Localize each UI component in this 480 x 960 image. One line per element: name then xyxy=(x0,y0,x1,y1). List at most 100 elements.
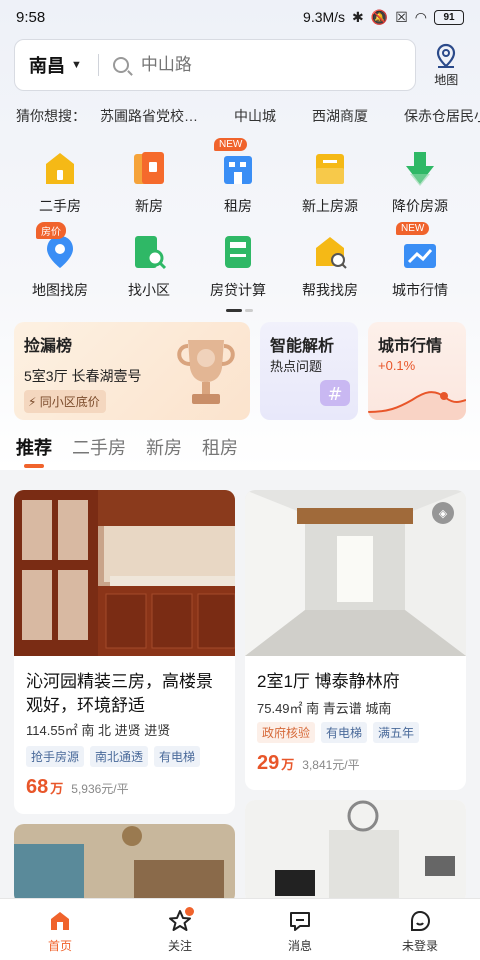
tab-rent[interactable]: 租房 xyxy=(202,434,238,474)
notification-dot xyxy=(185,907,194,916)
price-value: 29 xyxy=(257,752,280,774)
help-find-icon xyxy=(316,237,347,269)
suggest-keyword[interactable]: 苏圃路省党校… xyxy=(100,106,198,126)
divider xyxy=(97,54,99,76)
nav-follow[interactable]: 关注 xyxy=(120,899,240,960)
promo-card-bargain[interactable]: 捡漏榜 5室3厅 长春湖壹号 ⚡ 同小区底价 xyxy=(14,322,250,420)
promo-change: +0.1% xyxy=(378,358,416,373)
category-second-hand[interactable]: 二手房 xyxy=(12,148,108,216)
price-drop-icon xyxy=(406,152,434,186)
new-listing-icon xyxy=(316,154,344,184)
promo-subtitle: 热点问题 xyxy=(270,359,323,374)
listing-tag: 南北通透 xyxy=(90,746,149,767)
search-row: 南昌 ▼ 地图 xyxy=(14,38,466,92)
listing-title: 沁河园精装三房，高楼景观好，环境舒适 xyxy=(26,672,213,715)
listing-price: 68 万 5,936元/平 xyxy=(26,776,129,799)
nav-home[interactable]: 首页 xyxy=(0,899,120,960)
category-find-community[interactable]: 找小区 xyxy=(101,232,197,300)
city-selector[interactable]: 南昌 xyxy=(29,52,65,78)
map-label: 地图 xyxy=(434,72,459,87)
network-speed: 9.3M/s xyxy=(303,9,346,25)
category-city-market[interactable]: NEW 城市行情 xyxy=(372,222,468,300)
suggested-searches: 猜你想搜： 苏圃路省党校… 中山城 西湖商厦 保赤仓居民小区 xyxy=(16,104,480,128)
badge-new: NEW xyxy=(396,222,430,235)
category-rent[interactable]: NEW 租房 xyxy=(190,138,286,216)
battery-icon: 91 xyxy=(434,9,464,25)
page-dot xyxy=(245,309,253,312)
svg-text:#: # xyxy=(327,384,342,405)
category-map-search[interactable]: 房价 地图找房 xyxy=(12,222,108,300)
new-house-icon xyxy=(134,152,164,184)
category-label: 找小区 xyxy=(128,282,170,298)
listing-meta: 75.49㎡ 南 青云谱 城南 xyxy=(257,701,392,716)
category-mortgage[interactable]: 房贷计算 xyxy=(190,232,286,300)
promo-pill: ⚡ 同小区底价 xyxy=(24,390,106,413)
listing-card[interactable]: ◈ 2室1厅 博泰静林府 75.49㎡ 南 青云谱 城南 政府核验 有电梯 满五… xyxy=(245,490,466,790)
page-indicator xyxy=(226,309,254,312)
listing-tag: 满五年 xyxy=(373,722,420,743)
category-row: 房价 地图找房 找小区 房贷计算 帮我找房 NEW 城市行情 xyxy=(0,222,480,302)
rent-icon xyxy=(224,156,252,184)
badge-price: 房价 xyxy=(36,222,66,239)
wifi-icon: ◠ xyxy=(414,8,427,25)
listing-tabs: 推荐 二手房 新房 租房 xyxy=(16,434,238,474)
listing-title: 2室1厅 博泰静林府 xyxy=(257,672,400,691)
nav-profile[interactable]: 未登录 xyxy=(360,899,480,960)
nav-label: 首页 xyxy=(47,939,72,953)
mortgage-calculator-icon xyxy=(225,236,251,268)
price-per-sqm: 3,841元/平 xyxy=(302,758,360,772)
hashtag-icon: # xyxy=(320,380,350,406)
tab-new-house[interactable]: 新房 xyxy=(146,434,182,474)
message-icon xyxy=(290,912,310,931)
listing-meta: 114.55㎡ 南 北 进贤 进贤 xyxy=(26,723,171,738)
listing-photo xyxy=(14,490,235,656)
listing-tags: 抢手房源 南北通透 有电梯 xyxy=(26,746,201,767)
listing-tag: 有电梯 xyxy=(154,746,201,767)
listing-photo xyxy=(245,800,466,904)
listing-card[interactable] xyxy=(14,824,235,904)
search-icon xyxy=(112,57,129,73)
city-market-icon xyxy=(404,244,436,268)
category-row: 二手房 新房 NEW 租房 新上房源 降价房源 xyxy=(0,138,480,218)
category-label: 租房 xyxy=(224,198,252,214)
caret-down-icon[interactable]: ▼ xyxy=(71,59,82,71)
promo-title: 捡漏榜 xyxy=(24,338,73,355)
home-icon xyxy=(51,912,69,930)
promo-subtitle: 5室3厅 长春湖壹号 xyxy=(24,368,142,384)
second-hand-house-icon xyxy=(46,153,74,184)
bluetooth-icon: ✱ xyxy=(352,8,364,25)
trophy-icon xyxy=(177,340,235,404)
category-label: 帮我找房 xyxy=(302,282,358,298)
category-price-drop[interactable]: 降价房源 xyxy=(372,148,468,216)
tab-second-hand[interactable]: 二手房 xyxy=(72,434,126,474)
search-box[interactable]: 南昌 ▼ xyxy=(14,39,417,91)
profile-icon xyxy=(411,910,431,931)
search-input[interactable] xyxy=(140,55,341,75)
status-time: 9:58 xyxy=(16,8,46,26)
listing-price: 29 万 3,841元/平 xyxy=(257,752,360,775)
bottom-nav: 首页 关注 消息 未登录 xyxy=(0,898,480,960)
map-pin-icon xyxy=(437,43,456,68)
category-new-listing[interactable]: 新上房源 xyxy=(282,148,378,216)
promo-card-analysis[interactable]: 智能解析 热点问题 # xyxy=(260,322,358,420)
page-dot-active xyxy=(226,309,242,312)
nav-messages[interactable]: 消息 xyxy=(240,899,360,960)
tab-recommend[interactable]: 推荐 xyxy=(16,434,52,474)
status-bar: 9:58 9.3M/s ✱ 🔕 ☒ ◠ 91 xyxy=(0,0,480,34)
category-label: 新房 xyxy=(135,198,163,214)
map-button[interactable]: 地图 xyxy=(426,43,466,88)
badge-new: NEW xyxy=(214,138,248,151)
suggest-keyword[interactable]: 中山城 xyxy=(234,106,276,126)
listing-card[interactable] xyxy=(245,800,466,904)
vr-icon: ◈ xyxy=(432,502,454,524)
suggest-keyword[interactable]: 西湖商厦 xyxy=(312,106,368,126)
nav-label: 消息 xyxy=(287,939,312,953)
category-label: 二手房 xyxy=(39,198,81,214)
promo-card-market[interactable]: 城市行情 +0.1% xyxy=(368,322,466,420)
trend-line-icon xyxy=(368,391,466,420)
listing-card[interactable]: 沁河园精装三房，高楼景观好，环境舒适 114.55㎡ 南 北 进贤 进贤 抢手房… xyxy=(14,490,235,814)
suggest-keyword[interactable]: 保赤仓居民小区 xyxy=(404,106,480,126)
price-unit: 万 xyxy=(50,781,64,796)
category-help-find[interactable]: 帮我找房 xyxy=(282,232,378,300)
category-new-house[interactable]: 新房 xyxy=(101,148,197,216)
